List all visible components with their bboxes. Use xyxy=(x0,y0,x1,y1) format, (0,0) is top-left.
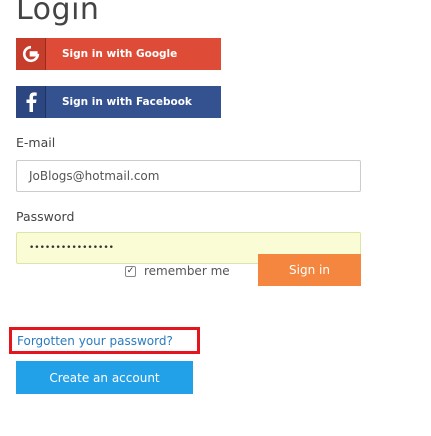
sign-in-button[interactable]: Sign in xyxy=(258,254,361,286)
forgot-password-link[interactable]: Forgotten your password? xyxy=(17,334,173,348)
page-title: Login xyxy=(16,0,100,27)
facebook-f-icon xyxy=(16,86,46,118)
google-signin-button[interactable]: Sign in with Google xyxy=(16,38,221,70)
remember-me-checkbox[interactable]: ✓ xyxy=(125,265,136,277)
remember-me-label: remember me xyxy=(144,264,230,278)
google-signin-label: Sign in with Google xyxy=(62,48,178,60)
remember-me-option[interactable]: ✓ remember me xyxy=(125,264,230,278)
facebook-signin-label: Sign in with Facebook xyxy=(62,96,192,108)
email-label: E-mail xyxy=(16,135,56,150)
create-account-button[interactable]: Create an account xyxy=(16,361,193,394)
password-value: •••••••••••••••• xyxy=(29,243,114,253)
email-value: JoBlogs@hotmail.com xyxy=(29,169,160,183)
email-field[interactable]: JoBlogs@hotmail.com xyxy=(16,160,361,192)
facebook-signin-button[interactable]: Sign in with Facebook xyxy=(16,86,221,118)
password-label: Password xyxy=(16,209,75,224)
google-g-icon xyxy=(16,38,46,70)
